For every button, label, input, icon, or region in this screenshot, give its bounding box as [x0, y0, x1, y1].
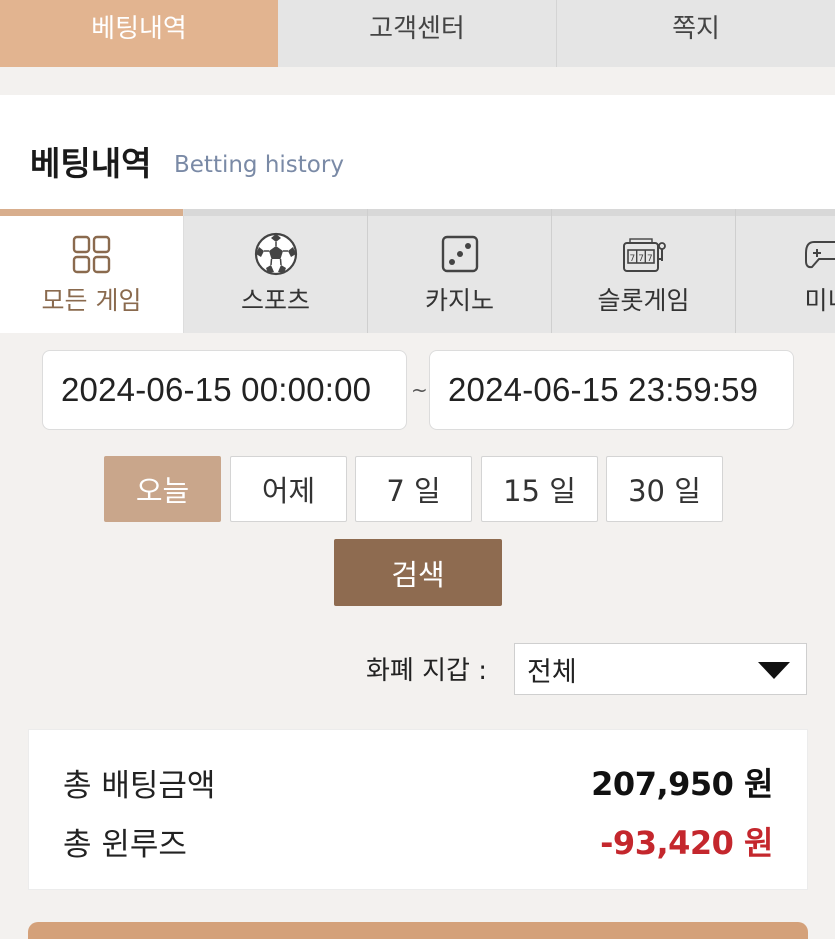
tab-customer-center[interactable]: 고객센터: [278, 0, 557, 67]
category-label: 카지노: [424, 286, 494, 315]
search-button[interactable]: 검색: [334, 539, 502, 606]
soccer-ball-icon: [254, 232, 297, 276]
tab-betting-history[interactable]: 베팅내역: [0, 0, 278, 67]
period-15days-button[interactable]: 15 일: [481, 456, 598, 522]
total-bet-value: 207,950 원: [591, 765, 773, 803]
bottom-panel-header: [28, 922, 808, 939]
slot-machine-icon: 7 7 7: [622, 238, 666, 272]
total-bet-row: 총 배팅금액 207,950 원: [63, 762, 773, 804]
category-label: 스포츠: [240, 286, 310, 315]
svg-text:7: 7: [638, 254, 644, 264]
top-tabs: 베팅내역 고객센터 쪽지: [0, 0, 835, 67]
total-winloss-label: 총 윈루즈: [63, 826, 187, 863]
wallet-select[interactable]: 전체: [514, 643, 807, 695]
category-tab-all-games[interactable]: 모든 게임: [0, 209, 184, 333]
chevron-down-icon: [758, 662, 790, 679]
page-title: 베팅내역: [30, 144, 152, 183]
category-tab-mini[interactable]: 미니: [736, 209, 835, 333]
category-label: 모든 게임: [41, 286, 142, 315]
svg-text:7: 7: [629, 254, 635, 264]
total-winloss-row: 총 윈루즈 -93,420 원: [63, 821, 773, 863]
period-yesterday-button[interactable]: 어제: [230, 456, 347, 522]
dice-icon: [441, 235, 478, 273]
period-today-button[interactable]: 오늘: [104, 456, 221, 522]
tab-messages[interactable]: 쪽지: [557, 0, 835, 67]
total-winloss-value: -93,420 원: [600, 824, 773, 862]
date-from-input[interactable]: 2024-06-15 00:00:00: [42, 350, 407, 430]
date-separator: ~: [411, 378, 428, 402]
category-tab-sports[interactable]: 스포츠: [184, 209, 368, 333]
grid-icon: [72, 235, 110, 274]
date-to-input[interactable]: 2024-06-15 23:59:59: [429, 350, 794, 430]
total-bet-label: 총 배팅금액: [63, 767, 216, 804]
category-label: 슬롯게임: [597, 286, 690, 315]
page-subtitle: Betting history: [174, 152, 344, 178]
period-30days-button[interactable]: 30 일: [606, 456, 723, 522]
wallet-selected-value: 전체: [527, 656, 577, 688]
category-label: 미니: [804, 286, 835, 315]
category-tab-slot-games[interactable]: 7 7 7 슬롯게임: [552, 209, 736, 333]
period-7days-button[interactable]: 7 일: [355, 456, 472, 522]
category-tab-casino[interactable]: 카지노: [368, 209, 552, 333]
gamepad-icon: [804, 241, 835, 269]
wallet-label: 화폐 지갑 :: [366, 656, 487, 686]
category-tabs: 모든 게임 스포츠 카지노 7 7 7 슬롯게임 미: [0, 209, 835, 333]
svg-text:7: 7: [647, 254, 653, 264]
title-card: 베팅내역 Betting history: [0, 95, 835, 209]
summary-card: 총 배팅금액 207,950 원 총 윈루즈 -93,420 원: [28, 729, 808, 890]
